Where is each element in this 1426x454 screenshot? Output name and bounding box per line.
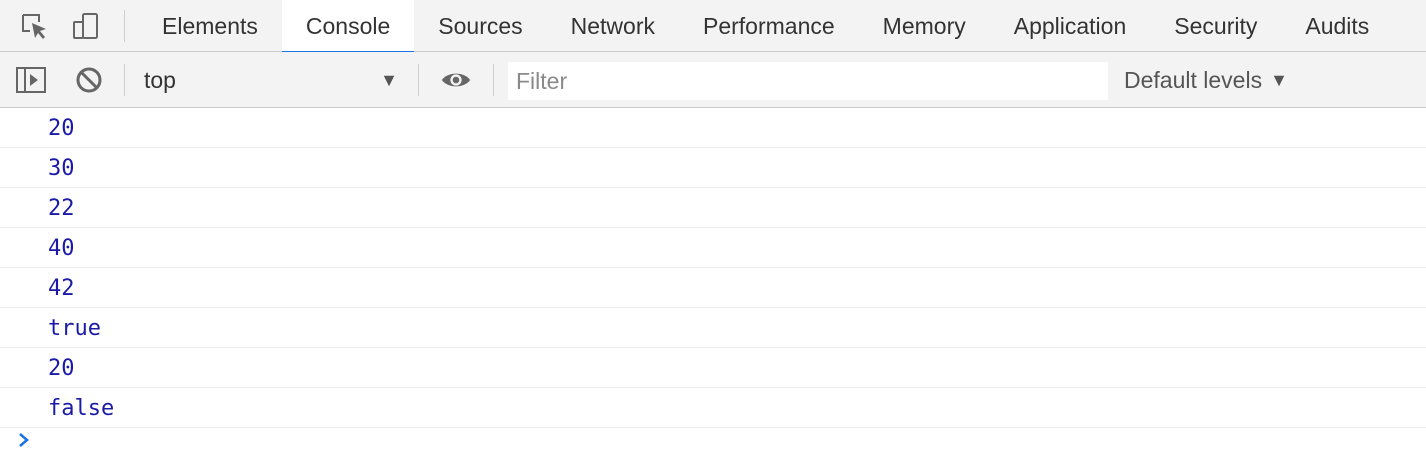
prompt-chevron-icon xyxy=(19,433,29,447)
show-sidebar-icon[interactable] xyxy=(15,64,47,96)
console-messages: 20 30 22 40 42 true 20 false xyxy=(0,108,1426,428)
toolbar-separator xyxy=(493,64,494,96)
tab-memory[interactable]: Memory xyxy=(859,0,990,52)
message-value: 42 xyxy=(48,276,75,301)
message-value: 30 xyxy=(48,156,75,181)
devtools-tab-bar: Elements Console Sources Network Perform… xyxy=(0,0,1426,53)
tab-sources[interactable]: Sources xyxy=(414,0,546,52)
tab-bar-separator xyxy=(124,10,125,42)
tab-audits[interactable]: Audits xyxy=(1281,0,1393,52)
message-value: 22 xyxy=(48,196,75,221)
console-input[interactable] xyxy=(48,428,1408,454)
tab-performance[interactable]: Performance xyxy=(679,0,859,52)
log-levels-dropdown[interactable]: Default levels ▼ xyxy=(1124,62,1288,98)
console-message: 20 xyxy=(0,348,1426,388)
filter-box xyxy=(508,62,1108,100)
console-message: 22 xyxy=(0,188,1426,228)
message-value: true xyxy=(48,316,101,341)
clear-console-icon[interactable] xyxy=(73,64,105,96)
chevron-down-icon: ▼ xyxy=(1270,69,1288,90)
message-value: 20 xyxy=(48,116,75,141)
console-message: true xyxy=(0,308,1426,348)
console-message: 40 xyxy=(0,228,1426,268)
console-message: 42 xyxy=(0,268,1426,308)
tab-application[interactable]: Application xyxy=(990,0,1151,52)
console-message: 20 xyxy=(0,108,1426,148)
context-value: top xyxy=(144,67,176,93)
javascript-context-select[interactable]: top ▼ xyxy=(132,62,408,98)
chevron-down-icon: ▼ xyxy=(380,70,398,90)
filter-input[interactable] xyxy=(508,62,1108,100)
console-prompt xyxy=(0,428,1426,454)
console-message: 30 xyxy=(0,148,1426,188)
inspect-element-icon[interactable] xyxy=(18,10,50,42)
tab-console[interactable]: Console xyxy=(281,0,415,53)
live-expression-eye-icon[interactable] xyxy=(440,64,472,96)
devtools-window: Elements Console Sources Network Perform… xyxy=(0,0,1426,454)
message-value: false xyxy=(48,396,115,421)
message-value: 20 xyxy=(48,356,75,381)
tab-security[interactable]: Security xyxy=(1150,0,1281,52)
panel-tabs: Elements Console Sources Network Perform… xyxy=(138,0,1393,53)
tab-elements[interactable]: Elements xyxy=(138,0,282,52)
console-message: false xyxy=(0,388,1426,428)
toolbar-separator xyxy=(418,64,419,96)
toolbar-separator xyxy=(124,64,125,96)
message-value: 40 xyxy=(48,236,75,261)
levels-label: Default levels xyxy=(1124,66,1263,93)
tab-network[interactable]: Network xyxy=(547,0,679,52)
device-toolbar-icon[interactable] xyxy=(70,10,102,42)
